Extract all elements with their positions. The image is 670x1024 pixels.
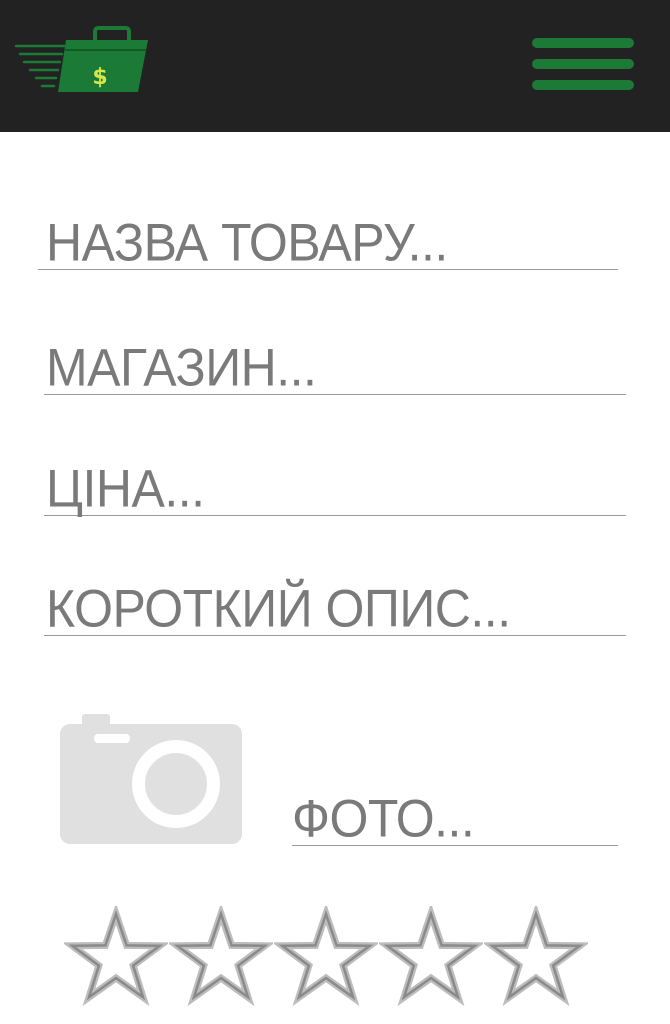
price-placeholder: ЦІНА... [46,458,205,519]
star-outline-icon[interactable] [169,906,273,1010]
star-outline-icon[interactable] [64,906,168,1010]
product-name-placeholder: НАЗВА ТОВАРУ... [46,212,448,273]
add-product-screen: $ НАЗВА ТОВАРУ... МАГАЗИН... ЦІНА... КОР… [0,0,670,1024]
product-name-field[interactable]: НАЗВА ТОВАРУ... [38,210,618,270]
svg-text:$: $ [92,65,107,90]
menu-button[interactable] [528,34,638,94]
menu-bar [532,80,634,90]
photo-field[interactable]: ФОТО... [292,788,618,846]
menu-bar [532,38,634,48]
app-header: $ [0,0,670,132]
money-briefcase-icon[interactable]: $ [12,24,152,96]
star-outline-icon[interactable] [379,906,483,1010]
star-outline-icon[interactable] [484,906,588,1010]
store-field[interactable]: МАГАЗИН... [44,334,626,395]
rating-stars [64,906,594,1010]
store-placeholder: МАГАЗИН... [46,337,317,398]
menu-bar [532,59,634,69]
price-field[interactable]: ЦІНА... [44,456,626,516]
description-field[interactable]: КОРОТКИЙ ОПИС... [44,576,626,636]
photo-placeholder: ФОТО... [292,788,475,849]
description-placeholder: КОРОТКИЙ ОПИС... [46,578,511,639]
star-outline-icon[interactable] [274,906,378,1010]
camera-icon[interactable] [60,712,244,846]
